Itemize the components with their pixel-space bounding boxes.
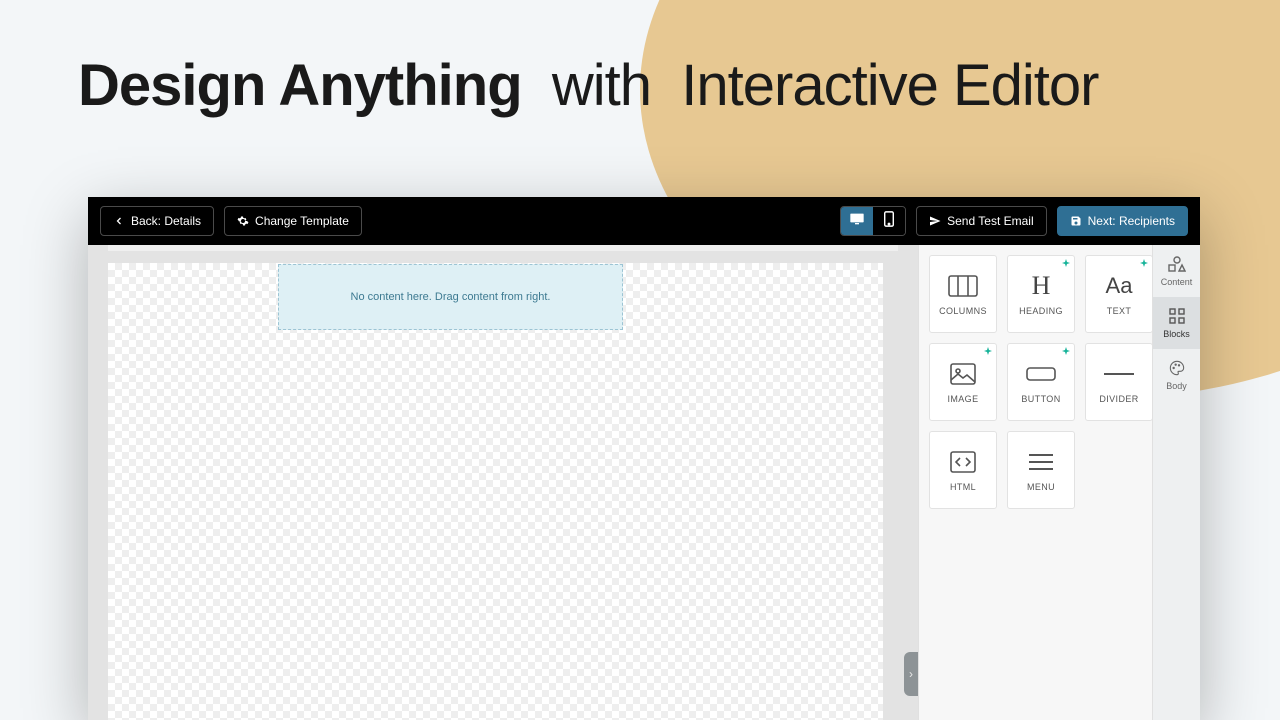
next-button[interactable]: Next: Recipients — [1057, 206, 1188, 236]
workspace: No content here. Drag content from right… — [88, 245, 1200, 720]
ai-badge-icon — [1061, 347, 1071, 357]
block-divider[interactable]: DIVIDER — [1085, 343, 1152, 421]
hero-title: Design Anything with Interactive Editor — [78, 52, 1098, 119]
palette-icon — [1169, 360, 1185, 378]
html-icon — [950, 448, 976, 476]
block-button-label: BUTTON — [1021, 394, 1060, 404]
desktop-preview-button[interactable] — [841, 207, 873, 235]
divider-icon — [1104, 360, 1134, 388]
gear-icon — [237, 215, 249, 227]
send-test-email-button[interactable]: Send Test Email — [916, 206, 1047, 236]
topbar: Back: Details Change Template — [88, 197, 1200, 245]
ai-badge-icon — [1139, 259, 1149, 269]
block-columns[interactable]: COLUMNS — [929, 255, 997, 333]
right-panel: COLUMNS H HEADING Aa TEXT — [918, 245, 1200, 720]
send-test-email-label: Send Test Email — [947, 214, 1034, 228]
panel-collapse-handle[interactable]: › — [904, 652, 918, 696]
editor-window: Back: Details Change Template — [88, 197, 1200, 720]
hero-title-with: with — [552, 53, 651, 118]
empty-dropzone[interactable]: No content here. Drag content from right… — [278, 264, 623, 330]
ai-badge-icon — [983, 347, 993, 357]
rail-tab-body[interactable]: Body — [1153, 349, 1200, 401]
hero-title-rest: Interactive Editor — [681, 53, 1098, 118]
block-html-label: HTML — [950, 482, 976, 492]
rail-tab-body-label: Body — [1166, 381, 1187, 391]
block-image[interactable]: IMAGE — [929, 343, 997, 421]
empty-dropzone-text: No content here. Drag content from right… — [351, 291, 551, 303]
shapes-icon — [1168, 256, 1186, 274]
mobile-icon — [884, 211, 894, 232]
block-menu[interactable]: MENU — [1007, 431, 1075, 509]
save-icon — [1070, 215, 1082, 227]
chevron-right-icon: › — [909, 667, 913, 681]
rail-tab-blocks-label: Blocks — [1163, 329, 1190, 339]
rail-tabs: Content Blocks Body — [1152, 245, 1200, 720]
ai-badge-icon — [1061, 259, 1071, 269]
image-icon — [950, 360, 976, 388]
canvas-ruler — [108, 245, 898, 251]
back-button-label: Back: Details — [131, 214, 201, 228]
desktop-icon — [849, 212, 865, 231]
rail-tab-content-label: Content — [1161, 277, 1193, 287]
grid-icon — [1169, 308, 1185, 326]
canvas-area: No content here. Drag content from right… — [88, 245, 918, 720]
block-html[interactable]: HTML — [929, 431, 997, 509]
block-heading-label: HEADING — [1019, 306, 1063, 316]
block-text-label: TEXT — [1107, 306, 1132, 316]
send-icon — [929, 215, 941, 227]
heading-icon: H — [1032, 272, 1051, 300]
text-icon: Aa — [1106, 272, 1133, 300]
mobile-preview-button[interactable] — [873, 207, 905, 235]
block-image-label: IMAGE — [947, 394, 978, 404]
block-divider-label: DIVIDER — [1099, 394, 1138, 404]
blocks-panel: COLUMNS H HEADING Aa TEXT — [919, 245, 1152, 720]
back-button[interactable]: Back: Details — [100, 206, 214, 236]
block-menu-label: MENU — [1027, 482, 1055, 492]
rail-tab-content[interactable]: Content — [1153, 245, 1200, 297]
block-text[interactable]: Aa TEXT — [1085, 255, 1152, 333]
menu-icon — [1029, 448, 1053, 476]
arrow-left-icon — [113, 215, 125, 227]
block-button[interactable]: BUTTON — [1007, 343, 1075, 421]
block-columns-label: COLUMNS — [939, 306, 987, 316]
next-button-label: Next: Recipients — [1088, 214, 1175, 228]
columns-icon — [948, 272, 978, 300]
device-preview-toggle — [840, 206, 906, 236]
button-icon — [1026, 360, 1056, 388]
block-heading[interactable]: H HEADING — [1007, 255, 1075, 333]
change-template-button[interactable]: Change Template — [224, 206, 362, 236]
canvas[interactable]: No content here. Drag content from right… — [108, 263, 883, 720]
change-template-label: Change Template — [255, 214, 349, 228]
rail-tab-blocks[interactable]: Blocks — [1153, 297, 1200, 349]
hero-title-bold: Design Anything — [78, 53, 522, 118]
